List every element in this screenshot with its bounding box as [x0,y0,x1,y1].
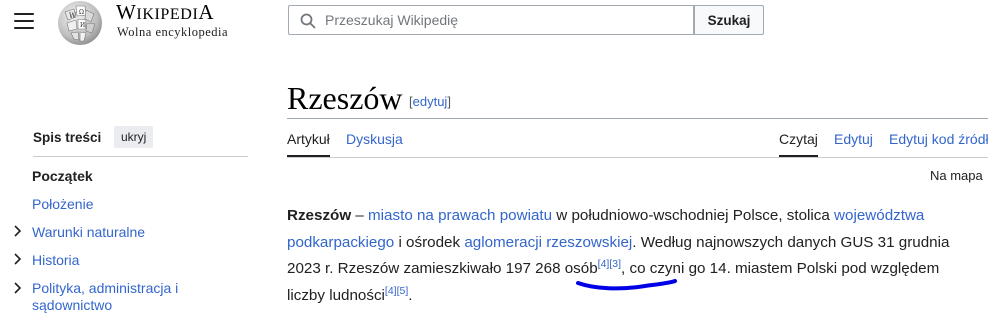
main-menu-button[interactable] [14,12,36,30]
hamburger-line [14,20,34,22]
tab-read[interactable]: Czytaj [779,131,818,157]
hamburger-line [14,13,34,15]
link-city-county[interactable]: miasto na prawach powiatu [368,207,552,224]
text: w południowo-wschodniej Polsce, stolica [552,207,835,224]
text: – [351,207,369,224]
svg-text:W: W [69,12,77,20]
toc-item-politics[interactable]: Polityka, administracja i sądownictwo [32,280,232,314]
toc-item-start[interactable]: Początek [32,168,93,184]
reference-link[interactable]: [4] [385,284,397,296]
wikipedia-globe-icon: W Ω И [58,1,102,45]
tab-article[interactable]: Artykuł [287,131,330,157]
toc-divider [33,156,248,157]
edit-title-link[interactable]: [edytuj] [409,94,451,109]
toc-hide-button[interactable]: ukryj [114,126,154,148]
tab-edit[interactable]: Edytuj [834,131,873,147]
search-input[interactable] [325,9,685,31]
chevron-right-icon[interactable] [13,282,23,294]
article-lead-paragraph: Rzeszów – miasto na prawach powiatu w po… [287,203,977,309]
toc-item-history[interactable]: Historia [32,252,79,268]
logo-wordmark: WIKIPEDIA [116,0,215,24]
svg-text:Ω: Ω [79,9,84,16]
toc-title: Spis treści [33,130,102,145]
tab-talk[interactable]: Dyskusja [346,131,403,147]
link-agglomeration[interactable]: aglomeracji rzeszowskiej [464,234,632,251]
tabs-divider [287,157,988,158]
text: i ośrodek [394,233,465,251]
edit-link-label: edytuj [412,94,448,109]
toc-item-natural-conditions[interactable]: Warunki naturalne [32,224,145,240]
hamburger-line [14,27,34,29]
reference-link[interactable]: [4] [598,258,610,270]
chevron-right-icon[interactable] [13,253,23,265]
article-subject: Rzeszów [287,207,352,224]
toc-item-location[interactable]: Położenie [32,196,94,212]
chevron-right-icon[interactable] [13,225,23,237]
page-title: Rzeszów [287,80,403,116]
map-link[interactable]: Na mapa [930,168,983,183]
search-box [288,5,694,35]
reference-link[interactable]: [5] [397,284,409,296]
title-divider [287,118,988,119]
search-button[interactable]: Szukaj [694,5,764,35]
logo-tagline: Wolna encyklopedia [117,25,229,39]
search-icon [300,13,316,29]
reference-link[interactable]: [3] [609,258,621,270]
svg-text:И: И [80,22,85,29]
tab-edit-source[interactable]: Edytuj kod źródł [889,131,988,147]
text: . [408,286,413,304]
wikipedia-logo[interactable]: W Ω И WIKIPEDIA Wolna encyklopedia [55,0,255,50]
